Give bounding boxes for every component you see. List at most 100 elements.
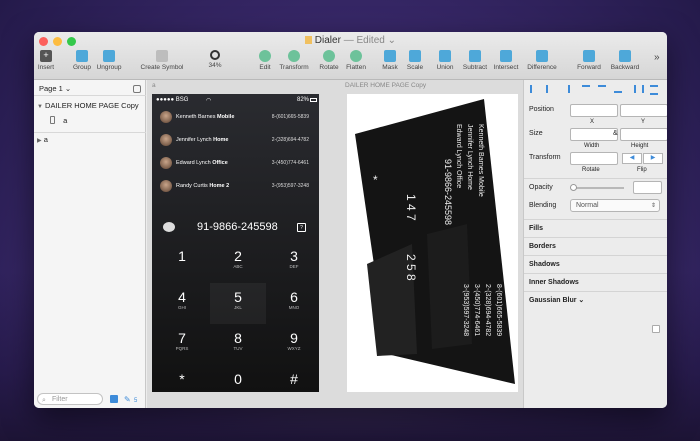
key-7[interactable]: 7 PQRS (154, 324, 210, 365)
key-8[interactable]: 8 TUV (210, 324, 266, 365)
align-left-icon[interactable] (530, 85, 538, 93)
artboard-dialer[interactable]: ●●●●● BSG ◠ 82% Kenneth Barnes Mobile 8-(… (152, 94, 319, 392)
opacity-field[interactable] (633, 181, 662, 194)
key-5[interactable]: 5 JKL (210, 283, 266, 324)
width-field[interactable] (570, 128, 618, 141)
section-shadows[interactable]: Shadows (524, 255, 667, 273)
transform-tool[interactable]: Transform (279, 50, 309, 78)
key-letters: JKL (234, 305, 242, 310)
section-gaussian-blur[interactable]: Gaussian Blur ⌄ (524, 291, 667, 309)
align-middle-icon[interactable] (598, 85, 606, 93)
edited-status[interactable]: — Edited ⌄ (344, 35, 396, 46)
export-icon[interactable] (110, 395, 118, 403)
key-star[interactable]: * (154, 365, 210, 406)
layer-a-nested[interactable]: a (34, 114, 146, 128)
key-4[interactable]: 4 GHI (154, 283, 210, 324)
difference-tool[interactable]: Difference (525, 50, 559, 78)
slice-icon[interactable]: ✎ (124, 395, 131, 404)
distribute-h-icon[interactable] (634, 85, 644, 93)
intersect-tool[interactable]: Intersect (492, 50, 520, 78)
contact-row[interactable]: Randy Curtis Home 2 3-(953)597-3248 (152, 175, 319, 199)
section-inner-shadows[interactable]: Inner Shadows (524, 273, 667, 291)
page-selector[interactable]: Page 1 ⌄ (34, 82, 146, 96)
contact-name: Kenneth Barnes Mobile (176, 114, 234, 120)
layer-a[interactable]: ▶ a (34, 132, 146, 146)
contact-phone: 3-(953)597-3248 (271, 183, 309, 189)
contact-phone: 3-(450)774-6461 (271, 160, 309, 166)
toolbar-overflow-icon[interactable]: » (654, 52, 660, 63)
key-6[interactable]: 6 MNO (266, 283, 322, 324)
backspace-icon[interactable]: ? (297, 223, 306, 232)
union-tool[interactable]: Union (435, 50, 455, 78)
section-borders[interactable]: Borders (524, 237, 667, 255)
scale-tool[interactable]: Scale (406, 50, 424, 78)
svg-text:8-(601)665-5839: 8-(601)665-5839 (495, 284, 502, 336)
y-label: Y (641, 119, 646, 125)
key-digit: 9 (290, 330, 298, 346)
key-digit: 5 (234, 289, 242, 305)
filter-input[interactable]: ⌕ Filter (37, 393, 103, 405)
key-digit: 1 (178, 248, 186, 264)
x-field[interactable] (570, 104, 618, 117)
align-top-icon[interactable] (582, 85, 590, 93)
blur-checkbox[interactable] (652, 325, 660, 333)
contact-row[interactable]: Kenneth Barnes Mobile 8-(601)665-5839 (152, 106, 319, 130)
insert-tool[interactable]: + Insert (37, 50, 55, 78)
svg-text:2 5 8: 2 5 8 (404, 254, 418, 281)
opacity-slider-thumb[interactable] (570, 184, 577, 191)
align-center-icon[interactable] (546, 85, 554, 93)
distribute-v-icon[interactable] (650, 85, 658, 95)
section-fills[interactable]: Fills (524, 219, 667, 237)
svg-text:*: * (373, 173, 378, 187)
toolbar-label: Flatten (346, 64, 366, 71)
contact-type: Mobile (216, 114, 235, 120)
flip-vertical-icon[interactable]: ▶ (643, 153, 663, 164)
select-arrows-icon: ⇕ (650, 203, 656, 209)
svg-text:1 4 7: 1 4 7 (404, 194, 418, 221)
avatar (160, 111, 172, 123)
opacity-slider[interactable] (570, 184, 624, 191)
group-tool[interactable]: Group (70, 50, 94, 78)
mask-tool[interactable]: Mask (381, 50, 399, 78)
rotate-tool[interactable]: Rotate (318, 50, 340, 78)
key-0[interactable]: 0 (210, 365, 266, 406)
height-field[interactable] (620, 128, 667, 141)
backward-tool[interactable]: Backward (608, 50, 642, 78)
add-contact-icon[interactable] (163, 222, 175, 232)
34-tool[interactable]: 34% (204, 50, 226, 78)
battery-icon (310, 98, 317, 102)
toolbar-label: 34% (208, 62, 222, 69)
key-letters: PQRS (175, 346, 189, 351)
key-3[interactable]: 3 DEF (266, 242, 322, 283)
y-field[interactable] (620, 104, 667, 117)
disclosure-open-icon[interactable]: ▼ (37, 104, 43, 110)
blending-select[interactable]: Normal ⇕ (570, 199, 660, 212)
edit-tool[interactable]: Edit (257, 50, 273, 78)
key-9[interactable]: 9 WXYZ (266, 324, 322, 365)
flatten-tool[interactable]: Flatten (345, 50, 367, 78)
svg-text:3-(450)774-6461: 3-(450)774-6461 (473, 284, 480, 336)
add-page-icon[interactable] (133, 85, 141, 93)
forward-tool[interactable]: Forward (576, 50, 602, 78)
flip-horizontal-icon[interactable]: ◀ (622, 153, 642, 164)
contact-row[interactable]: Edward Lynch Office 3-(450)774-6461 (152, 152, 319, 176)
rotate-field[interactable] (570, 152, 618, 165)
key-2[interactable]: 2 ABC (210, 242, 266, 283)
contact-row[interactable]: Jennifer Lynch Home 2-(328)694-4782 (152, 129, 319, 153)
canvas[interactable]: a DAILER HOME PAGE Copy ●●●●● BSG ◠ 82% … (147, 80, 523, 408)
create-symbol-tool[interactable]: Create Symbol (138, 50, 186, 78)
layer-artboard[interactable]: ▼ DAILER HOME PAGE Copy (34, 99, 146, 113)
subtract-tool[interactable]: Subtract (461, 50, 489, 78)
svg-text:Edward Lynch Office: Edward Lynch Office (455, 124, 462, 188)
contact-name: Randy Curtis Home 2 (176, 183, 229, 189)
lock-ratio-icon[interactable]: & (613, 130, 618, 137)
align-right-icon[interactable] (562, 85, 570, 93)
key-1[interactable]: 1 (154, 242, 210, 283)
align-bottom-icon[interactable] (614, 85, 622, 93)
export-count: 5 (134, 398, 138, 404)
disclosure-closed-icon[interactable]: ▶ (37, 138, 42, 144)
artboard-dialer-copy[interactable]: 91-9866-245598 Kenneth Barnes Mobile Jen… (347, 94, 518, 392)
key-hash[interactable]: # (266, 365, 322, 406)
ungroup-tool[interactable]: Ungroup (96, 50, 122, 78)
ungroup-icon (103, 50, 115, 62)
